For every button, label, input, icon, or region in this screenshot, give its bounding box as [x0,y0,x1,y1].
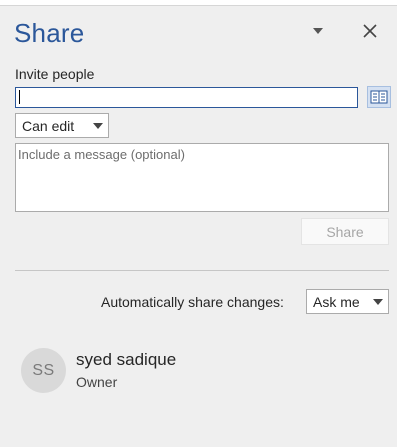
avatar: SS [21,348,66,393]
close-pane-button[interactable] [358,19,382,43]
close-icon [363,24,377,38]
section-divider [15,270,389,271]
person-role: Owner [76,374,118,390]
auto-share-value: Ask me [313,294,360,310]
chevron-down-icon [93,123,103,129]
chevron-down-icon [313,28,323,34]
message-textarea[interactable] [15,143,389,212]
chevron-down-icon [373,299,383,305]
window-top-strip [0,0,397,6]
address-book-icon [370,90,388,104]
pane-title: Share [14,18,85,48]
share-pane: Share Invite people Can edit Include a m… [0,0,397,447]
invite-people-label: Invite people [15,66,95,82]
auto-share-dropdown[interactable]: Ask me [306,289,389,314]
address-book-button[interactable] [367,86,391,108]
auto-share-label: Automatically share changes: [101,294,284,310]
task-pane-options-button[interactable] [306,19,330,43]
permission-value: Can edit [22,118,75,134]
share-button[interactable]: Share [301,218,389,245]
text-caret [19,90,20,104]
person-name: syed sadique [76,350,177,369]
permission-dropdown[interactable]: Can edit [15,113,109,138]
invite-people-input[interactable] [15,87,358,108]
